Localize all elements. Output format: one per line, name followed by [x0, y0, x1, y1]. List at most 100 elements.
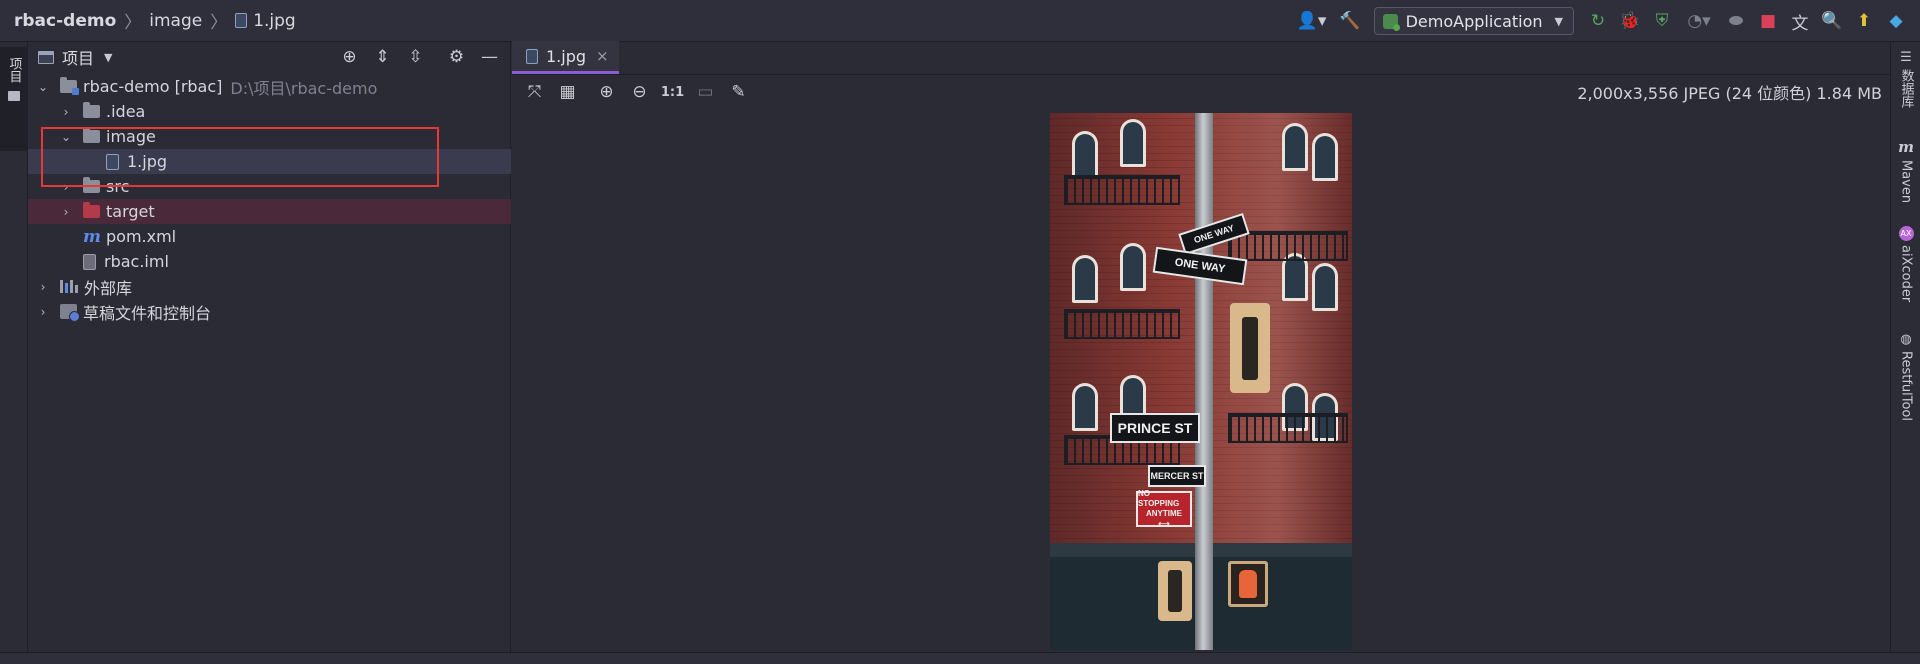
- tree-item-src[interactable]: › src: [28, 174, 511, 199]
- image-viewer-toolbar: ⤧ ▦ ⊕ ⊖ 1:1 ▭ ✎ 2,000x3,556 JPEG (24 位颜色…: [512, 75, 1890, 109]
- chevron-right-icon[interactable]: ›: [36, 305, 50, 319]
- fire-escape-railing: [1064, 175, 1180, 205]
- maven-tool-label: Maven: [1898, 160, 1914, 204]
- tree-item-path: D:\项目\rbac-demo: [230, 78, 378, 98]
- image-file-icon: [235, 12, 248, 28]
- fit-to-window-icon[interactable]: ⤧: [518, 75, 551, 109]
- navigation-bar: rbac-demo 〉 image 〉 1.jpg 👤▾ 🔨 DemoAppli…: [0, 0, 1920, 42]
- project-panel: 项目 ▼ ⊕ ⇕ ⇳ ⚙ — ⌄ rbac-demo [rbac] D:\项目\…: [28, 42, 511, 652]
- rerun-icon[interactable]: ↻: [1582, 0, 1614, 42]
- color-picker-icon[interactable]: ✎: [722, 75, 755, 109]
- chevron-right-icon[interactable]: ›: [59, 105, 73, 119]
- update-icon[interactable]: ⬆: [1848, 0, 1880, 42]
- bottom-tool-stripe: [0, 652, 1920, 664]
- building-window: [1312, 263, 1338, 311]
- profiler-icon[interactable]: ◔▾: [1678, 0, 1720, 42]
- database-tool-tab[interactable]: ☰ 数据库: [1891, 50, 1920, 108]
- collapse-all-icon[interactable]: ⇳: [399, 42, 432, 72]
- restful-globe-icon: ◍: [1900, 332, 1912, 347]
- tree-item-label: 外部库: [84, 278, 133, 298]
- tree-item-label: .idea: [106, 102, 146, 121]
- grid-icon[interactable]: ▦: [551, 75, 584, 109]
- editor-tab-bar: 1.jpg ×: [512, 41, 1890, 75]
- build-hammer-icon[interactable]: 🔨: [1334, 0, 1366, 42]
- jetbrains-logo-icon[interactable]: ◆: [1880, 0, 1912, 42]
- breadcrumb-file-label: 1.jpg: [253, 10, 296, 31]
- maven-tool-tab[interactable]: m Maven: [1891, 138, 1920, 203]
- restfultool-tool-tab[interactable]: ◍ RestfulTool: [1891, 332, 1920, 421]
- user-icon[interactable]: 👤▾: [1290, 0, 1334, 42]
- fire-escape-railing: [1064, 309, 1180, 339]
- building-window: [1120, 119, 1146, 167]
- locate-target-icon[interactable]: ⊕: [333, 42, 366, 72]
- excluded-folder-icon: [83, 202, 100, 218]
- zoom-out-icon[interactable]: ⊖: [623, 75, 656, 109]
- coverage-shield-icon[interactable]: ⛨: [1646, 0, 1678, 42]
- tree-item-label: image: [106, 127, 156, 146]
- building-window: [1072, 255, 1098, 303]
- tree-item-rbac-iml[interactable]: rbac.iml: [28, 249, 511, 274]
- gear-icon[interactable]: ⚙: [440, 42, 473, 72]
- tree-item-label: src: [106, 177, 130, 196]
- project-panel-title[interactable]: 项目: [62, 45, 94, 69]
- tree-item-label: 草稿文件和控制台: [83, 303, 212, 323]
- breadcrumb-project[interactable]: rbac-demo: [14, 11, 116, 31]
- folder-icon: [83, 102, 100, 118]
- library-icon: [60, 280, 78, 293]
- chevron-right-icon[interactable]: ›: [36, 280, 50, 294]
- tree-item-target[interactable]: › target: [28, 199, 511, 224]
- building-window: [1120, 243, 1146, 291]
- folder-icon: [83, 177, 100, 193]
- chevron-down-icon[interactable]: ⌄: [59, 130, 73, 144]
- chevron-right-icon[interactable]: ›: [59, 180, 73, 194]
- tree-item-1-jpg[interactable]: 1.jpg: [28, 149, 511, 174]
- zoom-in-icon[interactable]: ⊕: [590, 75, 623, 109]
- project-tool-tab-label: 项目: [6, 57, 22, 83]
- expand-all-icon[interactable]: ⇕: [366, 42, 399, 72]
- run-config-label: DemoApplication: [1405, 11, 1543, 31]
- tree-item-image[interactable]: ⌄ image: [28, 124, 511, 149]
- project-tree: ⌄ rbac-demo [rbac] D:\项目\rbac-demo › .id…: [28, 74, 511, 324]
- close-icon[interactable]: ×: [596, 47, 609, 65]
- tree-item-label: rbac-demo [rbac]: [83, 77, 223, 96]
- attach-debugger-icon[interactable]: ⬬: [1720, 0, 1752, 42]
- street-pole: [1195, 113, 1213, 650]
- breadcrumb-separator: 〉: [210, 13, 228, 33]
- aixcoder-icon: AX: [1898, 226, 1914, 241]
- background-chessboard-icon[interactable]: ▭: [689, 75, 722, 109]
- search-icon[interactable]: 🔍: [1816, 0, 1848, 42]
- minimize-icon[interactable]: —: [473, 42, 506, 72]
- image-info-label: 2,000x3,556 JPEG (24 位颜色) 1.84 MB: [1577, 84, 1882, 103]
- right-tool-stripe: ☰ 数据库 m Maven AX aiXcoder ◍ RestfulTool: [1890, 42, 1920, 652]
- tree-item-idea[interactable]: › .idea: [28, 99, 511, 124]
- actual-size-button[interactable]: 1:1: [656, 75, 689, 109]
- run-config-selector[interactable]: DemoApplication ▼: [1373, 7, 1574, 35]
- tree-item-scratches[interactable]: › 草稿文件和控制台: [28, 299, 511, 324]
- breadcrumb-separator: 〉: [124, 13, 142, 33]
- debug-bug-icon[interactable]: 🐞: [1614, 0, 1646, 42]
- tree-item-pom-xml[interactable]: m pom.xml: [28, 224, 511, 249]
- tab-1-jpg[interactable]: 1.jpg ×: [512, 41, 619, 74]
- module-folder-icon: [60, 77, 79, 95]
- no-stopping-sign: NO STOPPING ANYTIME ⟷: [1136, 489, 1192, 528]
- tree-item-rbac-demo[interactable]: ⌄ rbac-demo [rbac] D:\项目\rbac-demo: [28, 74, 511, 99]
- left-tool-stripe: 项目: [0, 42, 28, 652]
- breadcrumb-file[interactable]: 1.jpg: [235, 11, 296, 31]
- building-window: [1312, 133, 1338, 181]
- chevron-right-icon[interactable]: ›: [59, 205, 73, 219]
- breadcrumb-folder[interactable]: image: [149, 11, 202, 31]
- main-toolbar: 👤▾ 🔨 DemoApplication ▼ ↻ 🐞 ⛨ ◔▾ ⬬ ■ 文 🔍 …: [1290, 0, 1920, 42]
- tree-item-label: rbac.iml: [104, 252, 169, 271]
- fire-escape-railing: [1228, 413, 1348, 443]
- stop-icon[interactable]: ■: [1752, 0, 1784, 42]
- aixcoder-tool-label: aiXcoder: [1898, 245, 1914, 303]
- chevron-down-icon[interactable]: ⌄: [36, 80, 50, 94]
- street-sign: PRINCE ST: [1110, 413, 1200, 443]
- tree-item-external-libraries[interactable]: › 外部库: [28, 274, 511, 299]
- aixcoder-tool-tab[interactable]: AX aiXcoder: [1891, 226, 1920, 302]
- folder-icon: [8, 91, 20, 101]
- scratch-console-icon: [60, 304, 80, 322]
- project-tool-tab[interactable]: 项目: [0, 47, 28, 151]
- translate-icon[interactable]: 文: [1784, 0, 1816, 42]
- chevron-down-icon[interactable]: ▼: [104, 51, 112, 64]
